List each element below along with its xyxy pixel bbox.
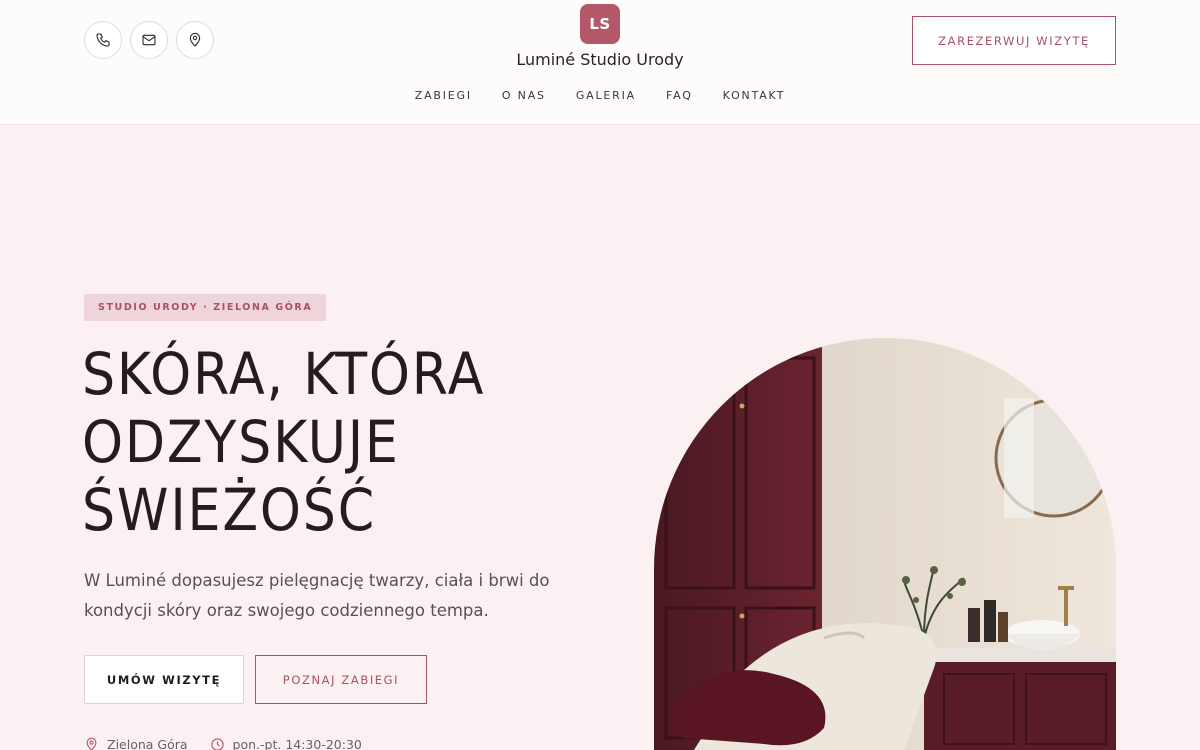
nav-item-zabiegi[interactable]: ZABIEGI (415, 89, 472, 102)
hero-image (654, 338, 1116, 750)
book-appointment-button[interactable]: ZAREZERWUJ WIZYTĘ (912, 16, 1116, 65)
book-visit-button[interactable]: UMÓW WIZYTĘ (84, 655, 244, 704)
hours-info: pon.-pt. 14:30-20:30 (210, 737, 362, 750)
hero-title-line: ODZYSKUJE (82, 408, 400, 476)
hero-title: SKÓRA, KTÓRA ODZYSKUJE ŚWIEŻOŚĆ (82, 340, 602, 544)
treatment-room-illustration (654, 338, 1116, 750)
hours-text: pon.-pt. 14:30-20:30 (232, 737, 362, 750)
hero-title-line: ŚWIEŻOŚĆ (82, 476, 376, 544)
map-pin-icon (86, 737, 97, 750)
hero-meta: Zielona Góra pon.-pt. 14:30-20:30 (84, 737, 362, 750)
explore-treatments-button[interactable]: POZNAJ ZABIEGI (255, 655, 427, 704)
location-text: Zielona Góra (107, 737, 188, 750)
hero-title-line: SKÓRA, KTÓRA (82, 340, 486, 408)
hero-subtitle: W Luminé dopasujesz pielęgnację twarzy, … (84, 571, 550, 620)
nav-item-kontakt[interactable]: KONTAKT (723, 89, 786, 102)
location-badge: STUDIO URODY · ZIELONA GÓRA (84, 294, 327, 321)
nav-item-o-nas[interactable]: O NAS (502, 89, 546, 102)
site-header: LS Luminé Studio Urody ZAREZERWUJ WIZYTĘ… (0, 0, 1200, 125)
main-nav: ZABIEGI O NAS GALERIA FAQ KONTAKT (0, 89, 1200, 102)
clock-icon (210, 738, 224, 750)
location-info: Zielona Góra (84, 737, 188, 750)
nav-item-faq[interactable]: FAQ (666, 89, 693, 102)
nav-item-galeria[interactable]: GALERIA (576, 89, 636, 102)
logo[interactable]: LS (580, 4, 620, 44)
